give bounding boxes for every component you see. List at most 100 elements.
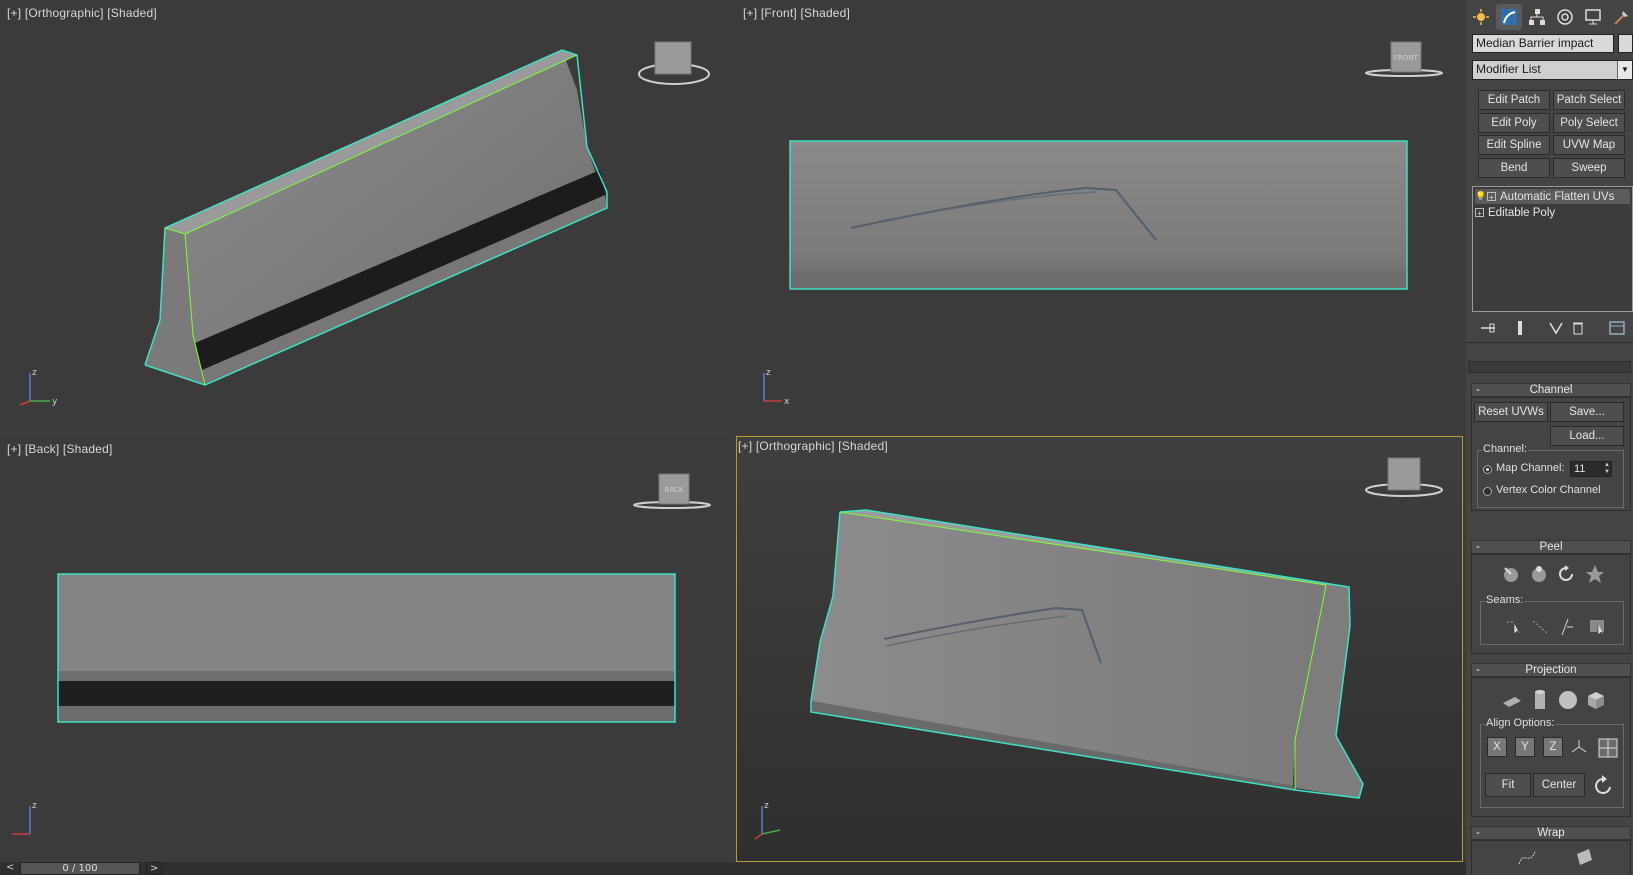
modifier-stack[interactable]: 💡 + Automatic Flatten UVs + Editable Pol… <box>1472 186 1633 312</box>
modify-icon <box>1501 9 1517 25</box>
edge-to-seam-icon[interactable] <box>1529 616 1551 638</box>
reset-projection-icon[interactable] <box>1591 773 1617 797</box>
quick-peel-icon[interactable] <box>1500 563 1522 585</box>
load-button[interactable]: Load... <box>1550 426 1624 446</box>
remove-modifier-icon[interactable] <box>1570 320 1586 336</box>
axis-y-label: y <box>52 397 58 407</box>
viewcube[interactable]: FRONT <box>1364 40 1444 80</box>
unfold-strip-icon[interactable] <box>1572 845 1596 869</box>
peel-mode-icon[interactable] <box>1528 563 1550 585</box>
spline-map-icon[interactable] <box>1516 845 1540 869</box>
seams-label: Seams: <box>1485 594 1525 606</box>
channel-rollout-header[interactable]: - Channel <box>1471 383 1631 397</box>
best-align-icon[interactable] <box>1597 737 1619 759</box>
stack-item-editable-poly[interactable]: + Editable Poly <box>1475 205 1630 220</box>
reset-peel-icon[interactable] <box>1556 563 1578 585</box>
map-channel-radio[interactable] <box>1483 465 1492 474</box>
viewcube[interactable]: BACK <box>632 472 712 512</box>
pin-icon[interactable] <box>1584 563 1606 585</box>
modifier-list-dropdown[interactable]: Modifier List ▼ <box>1472 60 1633 80</box>
barrier-model-back[interactable] <box>0 436 730 862</box>
vertex-color-channel-label: Vertex Color Channel <box>1496 484 1601 496</box>
edit-spline-button[interactable]: Edit Spline <box>1478 135 1550 155</box>
collapse-icon[interactable]: - <box>1476 384 1480 396</box>
viewcube[interactable] <box>1364 456 1444 500</box>
wrap-rollout-header[interactable]: - Wrap <box>1471 826 1631 840</box>
utilities-tab[interactable] <box>1608 4 1633 30</box>
rollout-title: Wrap <box>1537 827 1565 839</box>
center-button[interactable]: Center <box>1533 773 1585 797</box>
peel-rollout-body: Seams: <box>1471 554 1631 654</box>
sweep-button[interactable]: Sweep <box>1553 158 1625 178</box>
command-panel: Median Barrier impact Modifier List ▼ Ed… <box>1466 0 1633 875</box>
edit-poly-button[interactable]: Edit Poly <box>1478 113 1550 133</box>
seam-selection-icon[interactable] <box>1587 616 1609 638</box>
expand-icon[interactable]: + <box>1475 208 1484 218</box>
align-x-button[interactable]: X <box>1487 737 1507 757</box>
collapse-icon[interactable]: - <box>1476 827 1480 839</box>
patch-select-button[interactable]: Patch Select <box>1553 90 1625 110</box>
bend-button[interactable]: Bend <box>1478 158 1550 178</box>
point-to-point-seam-icon[interactable] <box>1503 616 1525 638</box>
align-y-button[interactable]: Y <box>1515 737 1535 757</box>
cylindrical-map-icon[interactable] <box>1528 688 1552 712</box>
barrier-model-perspective[interactable] <box>736 436 1463 862</box>
time-slider-prev-button[interactable]: < <box>6 862 14 873</box>
edit-patch-button[interactable]: Edit Patch <box>1478 90 1550 110</box>
viewcube[interactable] <box>637 38 711 92</box>
reset-uvws-button[interactable]: Reset UVWs <box>1474 402 1548 422</box>
viewport-top-right[interactable]: [+] [Front] [Shaded] FRONT z x <box>736 0 1463 430</box>
hierarchy-tab[interactable] <box>1524 4 1550 30</box>
box-map-icon[interactable] <box>1584 688 1608 712</box>
uvw-map-button[interactable]: UVW Map <box>1553 135 1625 155</box>
object-name-field[interactable]: Median Barrier impact <box>1472 34 1614 53</box>
motion-tab[interactable] <box>1552 4 1578 30</box>
panel-scroll-strip[interactable] <box>1468 361 1631 373</box>
viewport-bottom-left[interactable]: [+] [Back] [Shaded] BACK z <box>0 436 730 862</box>
projection-rollout-header[interactable]: - Projection <box>1471 663 1631 677</box>
axis-z-label: z <box>32 368 37 378</box>
time-slider[interactable]: < 0 / 100 > <box>0 862 1466 875</box>
align-z-button[interactable]: Z <box>1543 737 1563 757</box>
time-slider-track[interactable]: 0 / 100 <box>20 862 140 875</box>
expand-icon[interactable]: + <box>1487 192 1496 202</box>
viewport-bottom-right[interactable]: [+] [Orthographic] [Shaded] z <box>736 436 1463 862</box>
time-slider-next-button[interactable]: > <box>146 862 163 875</box>
stack-item-label: Automatic Flatten UVs <box>1500 190 1615 203</box>
projection-rollout-body: Align Options: X Y Z Fit Center <box>1471 677 1631 817</box>
pin-stack-icon[interactable] <box>1480 320 1496 336</box>
create-tab[interactable] <box>1468 4 1494 30</box>
hierarchy-icon <box>1529 9 1545 25</box>
show-end-result-icon[interactable] <box>1512 320 1528 336</box>
peel-rollout-header[interactable]: - Peel <box>1471 540 1631 554</box>
save-button[interactable]: Save... <box>1550 402 1624 422</box>
planar-map-icon[interactable] <box>1500 688 1524 712</box>
axis-x-label: x <box>784 397 790 407</box>
lightbulb-icon[interactable]: 💡 <box>1475 191 1487 202</box>
modify-tab[interactable] <box>1496 4 1522 30</box>
spherical-map-icon[interactable] <box>1556 688 1580 712</box>
command-panel-tabs <box>1466 4 1633 30</box>
poly-select-button[interactable]: Poly Select <box>1553 113 1625 133</box>
align-options-group: Align Options: X Y Z Fit Center <box>1480 717 1624 808</box>
object-color-swatch[interactable] <box>1618 34 1633 53</box>
fit-button[interactable]: Fit <box>1485 773 1531 797</box>
axis-z-label: z <box>764 801 769 811</box>
stack-item-automatic-flatten-uvs[interactable]: 💡 + Automatic Flatten UVs <box>1475 189 1630 204</box>
viewport-top-left[interactable]: [+] [Orthographic] [Shaded] z y <box>0 0 730 430</box>
collapse-icon[interactable]: - <box>1476 541 1480 553</box>
barrier-model-iso[interactable] <box>0 0 730 430</box>
barrier-model-front[interactable] <box>736 0 1463 430</box>
spinner-arrows-icon[interactable]: ▲ ▼ <box>1604 462 1610 476</box>
configure-modifier-sets-icon[interactable] <box>1608 320 1626 336</box>
collapse-icon[interactable]: - <box>1476 664 1480 676</box>
vertex-color-channel-radio[interactable] <box>1483 487 1492 496</box>
make-unique-icon[interactable] <box>1548 320 1564 336</box>
rollout-title: Channel <box>1529 384 1573 396</box>
loop-to-seam-icon[interactable] <box>1555 616 1577 638</box>
map-channel-spinner[interactable]: 11 ▲ ▼ <box>1570 461 1612 477</box>
display-tab[interactable] <box>1580 4 1606 30</box>
align-normal-icon[interactable] <box>1569 737 1589 757</box>
axis-gizmo: z <box>752 798 802 848</box>
display-icon <box>1585 9 1601 25</box>
